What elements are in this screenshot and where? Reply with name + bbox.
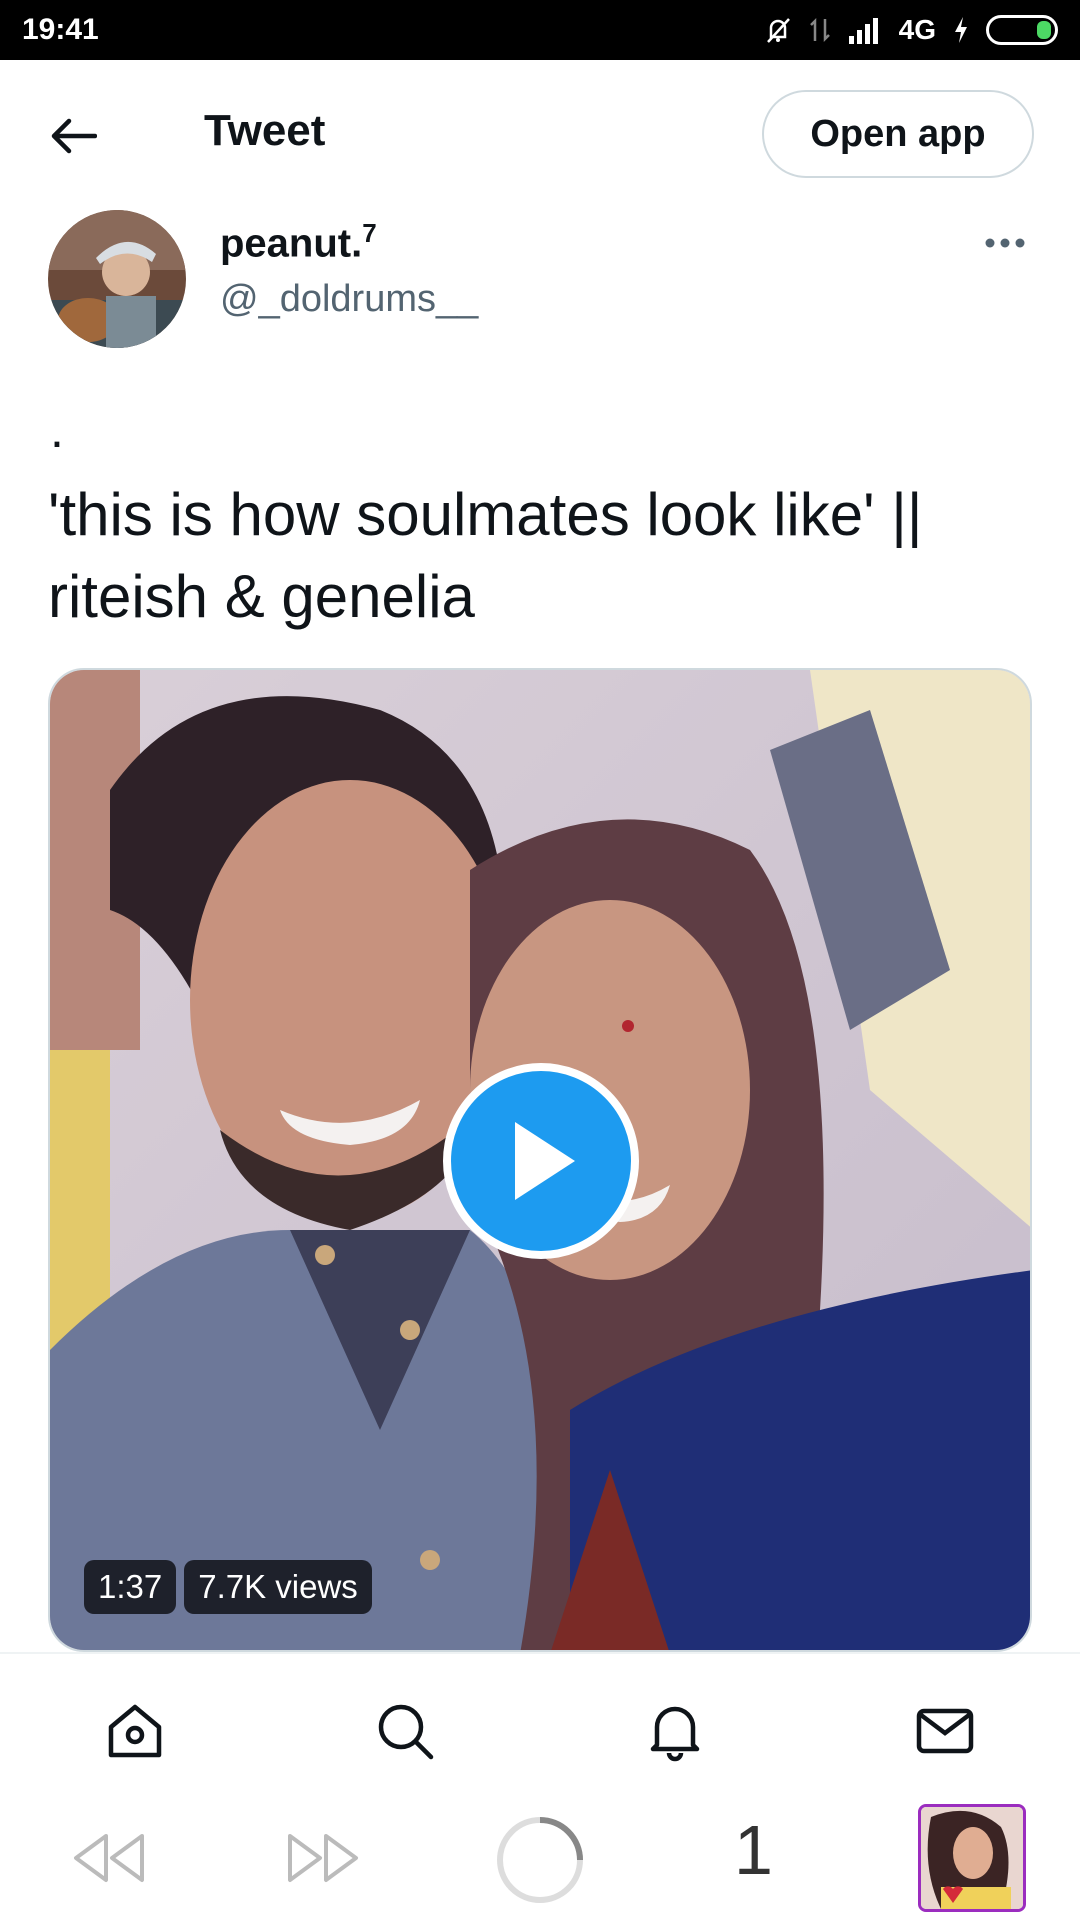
avatar[interactable] bbox=[48, 210, 186, 348]
home-icon bbox=[108, 1704, 162, 1758]
video-badges: 1:37 7.7K views bbox=[84, 1560, 372, 1614]
nav-messages[interactable] bbox=[910, 1696, 980, 1766]
bottom-navigation bbox=[0, 1652, 1080, 1800]
video-views: 7.7K views bbox=[184, 1560, 372, 1614]
nav-home[interactable] bbox=[100, 1696, 170, 1766]
rewind-button[interactable] bbox=[70, 1830, 146, 1886]
tweet-bullet: . bbox=[50, 402, 64, 458]
network-type: 4G bbox=[898, 14, 936, 45]
loading-icon bbox=[497, 1817, 583, 1903]
media-counter: 1 bbox=[734, 1811, 773, 1889]
display-name-superscript: 7 bbox=[362, 218, 377, 248]
music-thumbnail[interactable] bbox=[918, 1804, 1026, 1912]
fast-forward-button[interactable] bbox=[286, 1830, 362, 1886]
more-options-button[interactable] bbox=[980, 228, 1030, 258]
charging-icon bbox=[952, 15, 970, 45]
rewind-icon bbox=[74, 1834, 144, 1882]
data-transfer-icon bbox=[809, 15, 831, 45]
nav-search[interactable] bbox=[370, 1696, 440, 1766]
notifications-muted-icon bbox=[763, 15, 793, 45]
play-icon bbox=[515, 1122, 575, 1200]
more-dots-icon bbox=[985, 238, 1025, 248]
fast-forward-icon bbox=[288, 1834, 358, 1882]
status-time: 19:41 bbox=[22, 13, 99, 46]
user-handle[interactable]: @_doldrums__ bbox=[220, 278, 478, 321]
video-duration: 1:37 bbox=[84, 1560, 177, 1614]
notifications-icon bbox=[650, 1706, 700, 1762]
nav-notifications[interactable] bbox=[640, 1696, 710, 1766]
battery-icon bbox=[986, 15, 1058, 45]
open-app-button[interactable]: Open app bbox=[762, 90, 1034, 178]
arrow-left-icon bbox=[51, 118, 97, 154]
header: Tweet Open app bbox=[0, 60, 1080, 208]
signal-icon bbox=[847, 16, 883, 44]
tweet-text: 'this is how soulmates look like' || rit… bbox=[48, 481, 923, 630]
page-title: Tweet bbox=[204, 106, 326, 155]
status-bar: 19:41 4G bbox=[0, 0, 1080, 60]
play-button[interactable] bbox=[443, 1063, 639, 1259]
back-button[interactable] bbox=[46, 108, 102, 164]
messages-icon bbox=[916, 1708, 974, 1754]
display-name[interactable]: peanut.7 bbox=[220, 218, 377, 266]
tweet-video[interactable]: 1:37 7.7K views bbox=[48, 668, 1032, 1652]
search-icon bbox=[378, 1704, 434, 1760]
loading-spinner bbox=[494, 1814, 586, 1906]
status-icons: 4G bbox=[763, 14, 1058, 46]
album-art bbox=[921, 1807, 1023, 1909]
display-name-text: peanut. bbox=[220, 221, 363, 266]
